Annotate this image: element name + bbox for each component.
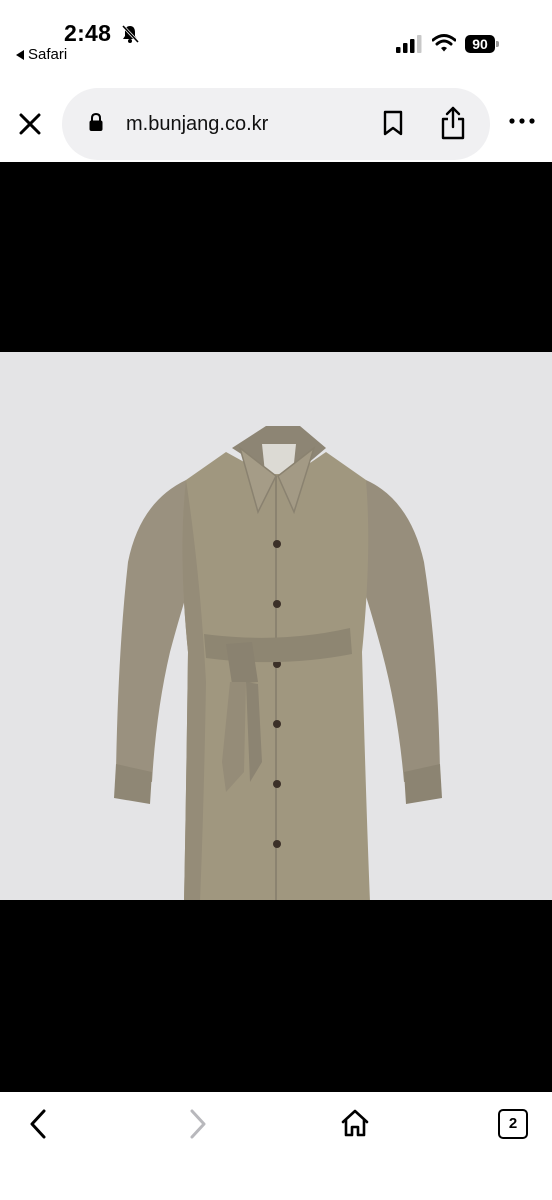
shirt-dress-illustration — [0, 426, 552, 902]
home-icon[interactable] — [340, 1108, 370, 1138]
more-icon[interactable] — [508, 116, 536, 126]
battery-level: 90 — [465, 35, 495, 53]
lock-icon — [89, 112, 103, 131]
back-app-label: Safari — [28, 46, 68, 63]
back-triangle-icon — [16, 49, 24, 60]
address-bar[interactable]: m.bunjang.co.kr — [62, 88, 490, 160]
back-to-app-link[interactable]: Safari — [16, 46, 67, 63]
url-text: m.bunjang.co.kr — [126, 113, 269, 135]
bottom-toolbar: 2 — [0, 1092, 552, 1200]
product-image[interactable] — [0, 352, 552, 902]
signal-icon — [396, 35, 422, 53]
chevron-right-icon[interactable] — [184, 1108, 210, 1140]
tab-count: 2 — [498, 1109, 528, 1139]
bell-slash-icon — [121, 24, 140, 44]
battery-cap — [496, 41, 499, 47]
image-viewer — [0, 162, 552, 1092]
wifi-icon — [432, 34, 456, 52]
status-bar: 2:48 Safari 90 — [0, 0, 552, 72]
tabs-icon[interactable]: 2 — [498, 1109, 528, 1139]
share-icon[interactable] — [440, 106, 466, 140]
close-icon[interactable] — [16, 110, 44, 138]
browser-toolbar: m.bunjang.co.kr — [0, 72, 552, 162]
battery-icon: 90 — [465, 35, 499, 53]
chevron-left-icon[interactable] — [26, 1108, 52, 1140]
bookmark-icon[interactable] — [382, 110, 404, 136]
status-time: 2:48 — [64, 20, 112, 46]
